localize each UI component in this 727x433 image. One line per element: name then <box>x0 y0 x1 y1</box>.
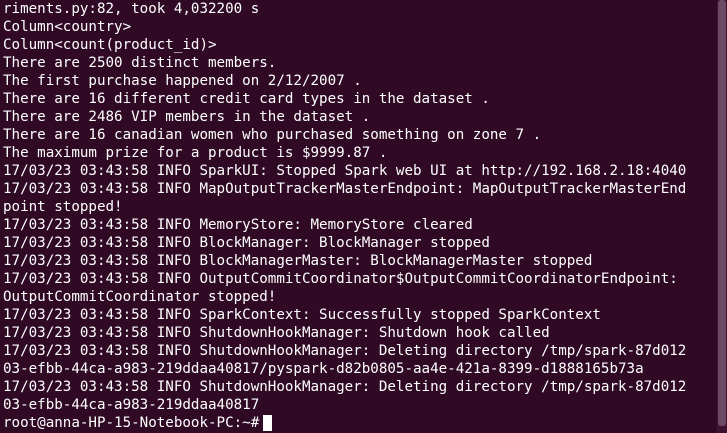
output-line: There are 2486 VIP members in the datase… <box>3 109 371 125</box>
output-line: There are 16 different credit card types… <box>3 91 490 107</box>
terminal-window[interactable]: riments.py:82, took 4,032200 s Column<co… <box>0 0 727 433</box>
output-line: There are 16 canadian women who purchase… <box>3 127 542 143</box>
output-lines: riments.py:82, took 4,032200 s Column<co… <box>3 0 717 432</box>
output-line: point stopped! <box>3 199 123 215</box>
output-line: The first purchase happened on 2/12/2007… <box>3 73 362 89</box>
output-line: 17/03/23 03:43:58 INFO MapOutputTrackerM… <box>3 181 687 197</box>
output-line: 17/03/23 03:43:58 INFO BlockManager: Blo… <box>3 235 490 251</box>
output-line: 17/03/23 03:43:58 INFO ShutdownHookManag… <box>3 325 550 341</box>
output-line: Column<country> <box>3 19 132 35</box>
command-prompt-line[interactable]: root@anna-HP-15-Notebook-PC:~# <box>3 414 717 432</box>
output-line: 03-efbb-44ca-a983-219ddaa40817 <box>3 397 260 413</box>
output-line: 17/03/23 03:43:58 INFO SparkContext: Suc… <box>3 307 601 323</box>
text-cursor <box>263 415 273 431</box>
scrollbar-thumb[interactable] <box>718 0 726 426</box>
output-line: 17/03/23 03:43:58 INFO BlockManagerMaste… <box>3 253 593 269</box>
output-line: Column<count(product_id)> <box>3 37 217 53</box>
output-line: 17/03/23 03:43:58 INFO ShutdownHookManag… <box>3 379 687 395</box>
output-line: 17/03/23 03:43:58 INFO OutputCommitCoord… <box>3 271 678 287</box>
output-line: 17/03/23 03:43:58 INFO SparkUI: Stopped … <box>3 163 687 179</box>
vertical-scrollbar[interactable] <box>717 0 727 433</box>
output-line: OutputCommitCoordinator stopped! <box>3 289 277 305</box>
output-line: There are 2500 distinct members. <box>3 55 277 71</box>
output-line: riments.py:82, took 4,032200 s <box>3 1 260 17</box>
shell-prompt: root@anna-HP-15-Notebook-PC:~# <box>3 415 260 431</box>
output-line: 03-efbb-44ca-a983-219ddaa40817/pyspark-d… <box>3 361 644 377</box>
output-line: The maximum prize for a product is $9999… <box>3 145 388 161</box>
output-line: 17/03/23 03:43:58 INFO ShutdownHookManag… <box>3 343 687 359</box>
terminal-output[interactable]: riments.py:82, took 4,032200 s Column<co… <box>3 0 717 433</box>
output-line: 17/03/23 03:43:58 INFO MemoryStore: Memo… <box>3 217 473 233</box>
